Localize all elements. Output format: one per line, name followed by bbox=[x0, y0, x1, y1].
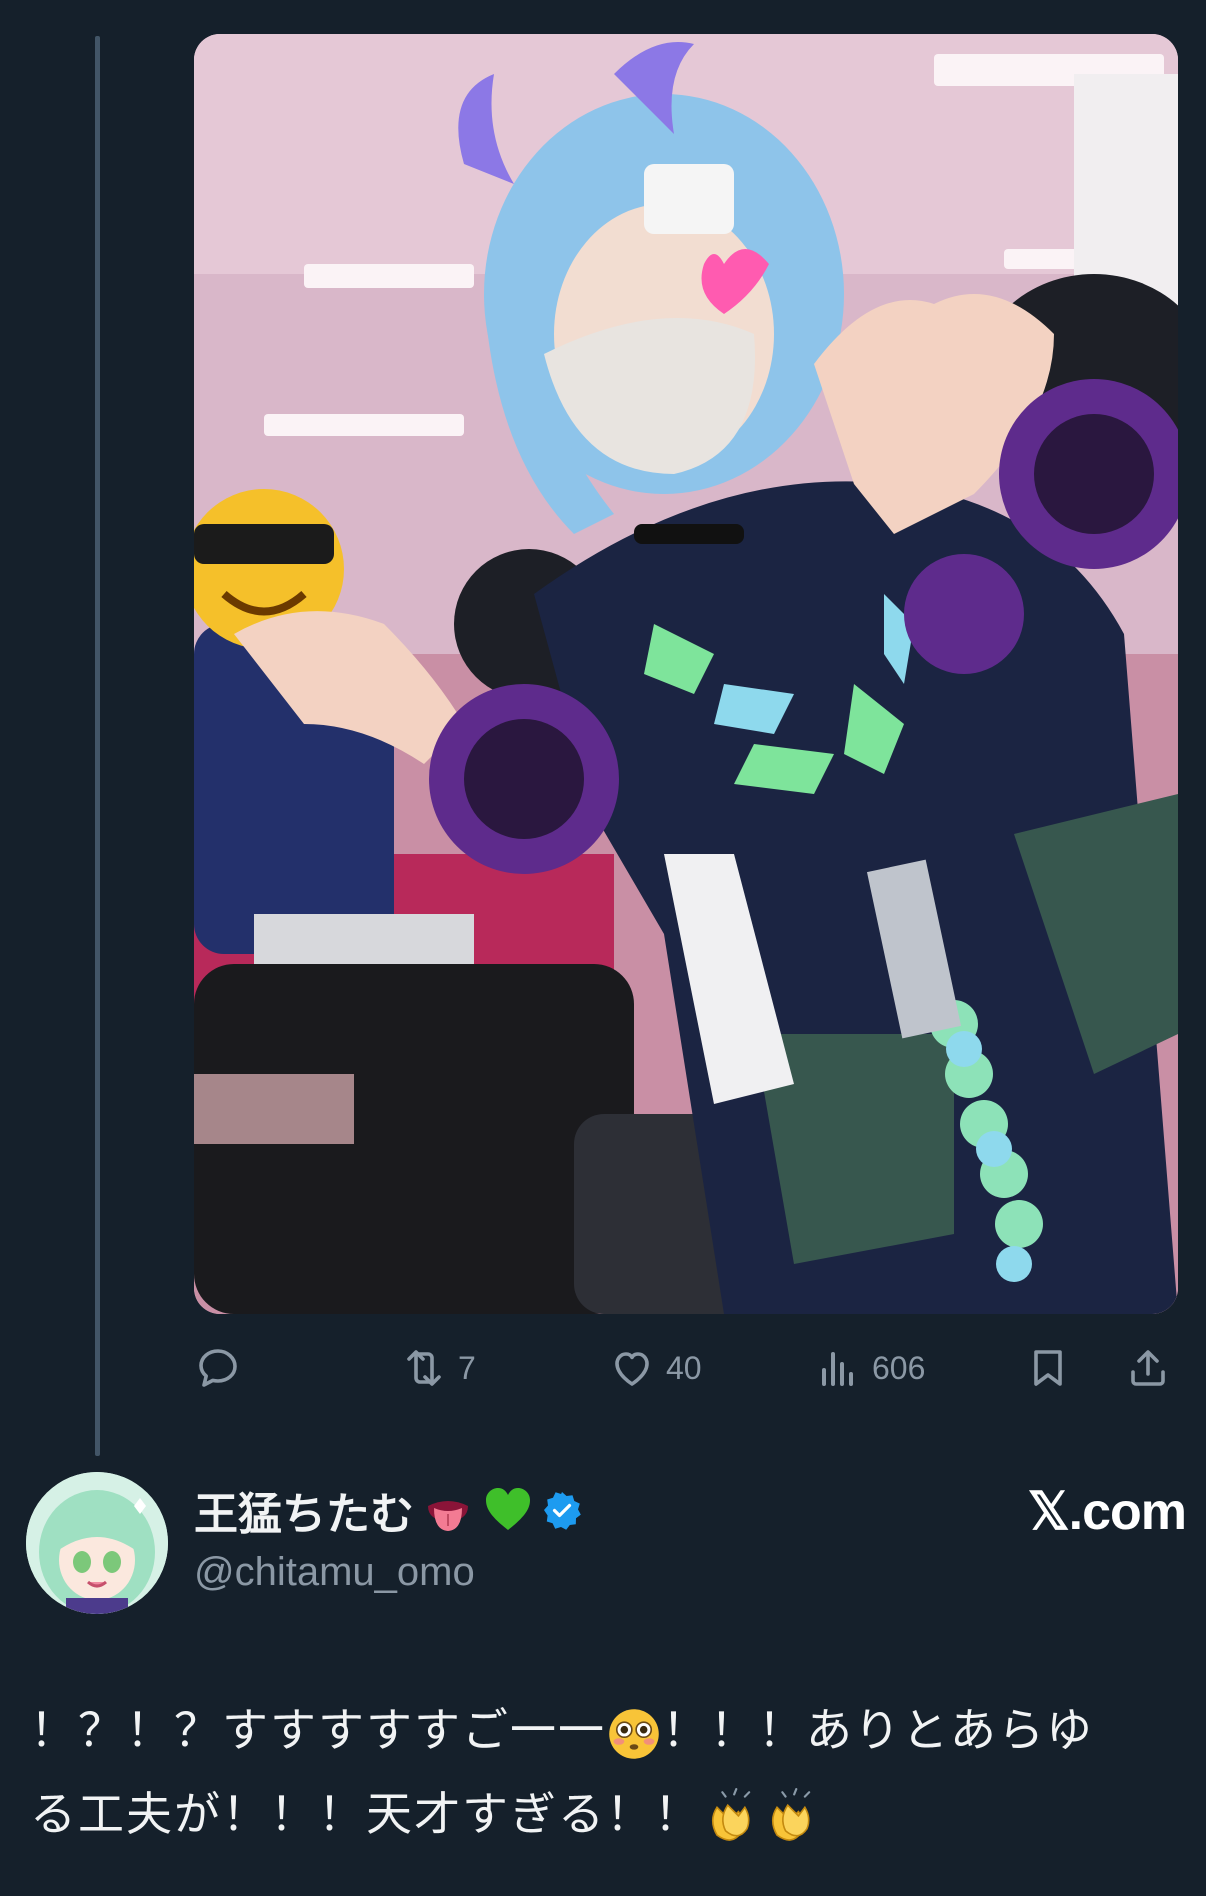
username-handle[interactable]: @chitamu_omo bbox=[194, 1550, 475, 1595]
reply-icon bbox=[199, 1349, 237, 1387]
display-name[interactable]: 王猛ちたむ bbox=[194, 1480, 582, 1540]
bookmark-button[interactable] bbox=[1024, 1340, 1072, 1396]
views-button[interactable]: 606 bbox=[814, 1340, 925, 1396]
clapping-hands-icon bbox=[711, 1787, 751, 1841]
tongue-emoji-icon bbox=[428, 1501, 468, 1531]
avatar-illustration bbox=[26, 1472, 168, 1614]
green-heart-icon bbox=[486, 1488, 530, 1530]
source-site-label: 𝕏.com bbox=[1027, 1483, 1187, 1541]
display-name-text: 王猛ちたむ bbox=[194, 1489, 414, 1540]
author-block: 王猛ちたむ @chitamu_omo 𝕏.com bbox=[26, 1470, 1187, 1620]
avatar[interactable] bbox=[26, 1472, 168, 1614]
tweet-text: ！？！？すすすすすご一一 ！！！ありとあらゆ る工夫が！！！天才すぎる！！ bbox=[30, 1688, 1180, 1856]
bookmark-icon bbox=[1034, 1350, 1062, 1386]
clapping-hands-icon bbox=[771, 1787, 811, 1841]
views-count: 606 bbox=[872, 1349, 926, 1386]
share-button[interactable] bbox=[1124, 1340, 1172, 1396]
analytics-icon bbox=[822, 1352, 853, 1386]
retweet-count: 7 bbox=[458, 1349, 476, 1386]
like-count: 40 bbox=[666, 1349, 702, 1386]
flushed-face-icon bbox=[609, 1708, 659, 1759]
tweet-text-line1b: ！！！ありとあらゆ bbox=[662, 1703, 1094, 1757]
verified-badge-icon bbox=[544, 1492, 581, 1530]
share-icon bbox=[1131, 1350, 1165, 1386]
retweet-button[interactable]: 7 bbox=[400, 1340, 476, 1396]
retweet-icon bbox=[407, 1350, 441, 1386]
thread-connector-line bbox=[95, 36, 100, 1456]
cosplay-photo-illustration bbox=[194, 34, 1178, 1314]
tweet-text-line2: る工夫が！！！天才すぎる！！ bbox=[30, 1787, 702, 1841]
like-button[interactable]: 40 bbox=[608, 1340, 702, 1396]
tweet-photo[interactable] bbox=[194, 34, 1178, 1314]
reply-button[interactable] bbox=[194, 1340, 252, 1396]
tweet-actions-bar: 7 40 606 bbox=[194, 1340, 1184, 1396]
heart-icon bbox=[615, 1352, 649, 1386]
tweet-text-line1: ！？！？すすすすすご一一 bbox=[30, 1703, 606, 1757]
